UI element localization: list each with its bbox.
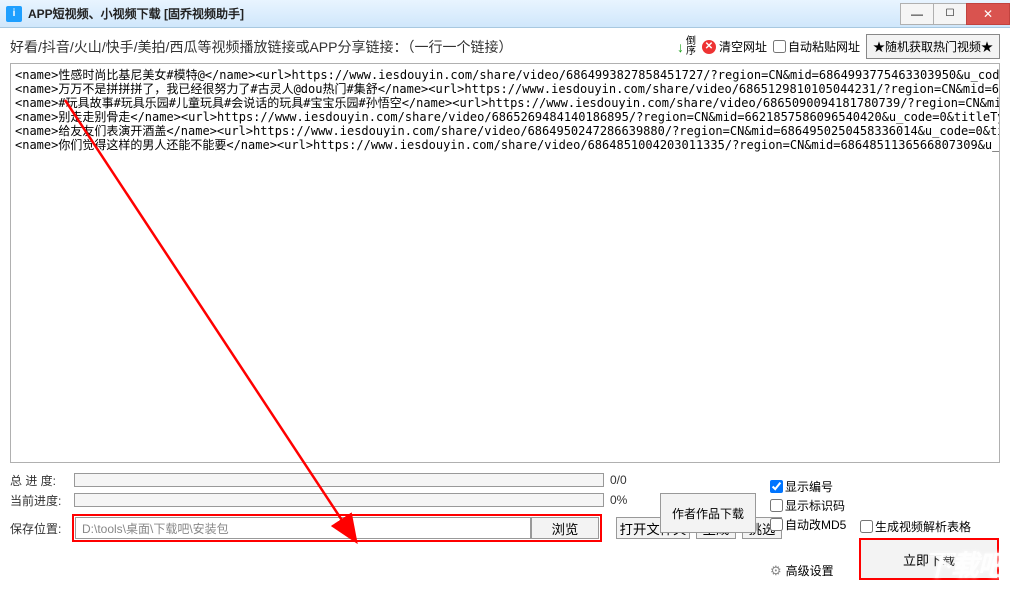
auto-paste-checkbox[interactable] bbox=[773, 40, 786, 53]
top-toolbar: 好看/抖音/火山/快手/美拍/西瓜等视频播放链接或APP分享链接：（一行一个链接… bbox=[0, 28, 1010, 63]
url-list-textarea[interactable]: <name>性感时尚比基尼美女#模特@</name><url>https://w… bbox=[10, 63, 1000, 463]
clear-icon: ✕ bbox=[702, 40, 716, 54]
show-marker-checkbox[interactable] bbox=[770, 499, 783, 512]
auto-paste-checkbox-wrap[interactable]: 自动粘贴网址 bbox=[773, 38, 860, 55]
bottom-panel: 总 进 度: 0/0 当前进度: 0% 保存位置: 浏览 打开文件夹 生成 挑选 bbox=[0, 466, 1010, 546]
current-progress-row: 当前进度: 0% bbox=[10, 490, 1000, 510]
total-progress-label: 总 进 度: bbox=[10, 472, 68, 489]
advanced-settings-label: 高级设置 bbox=[786, 562, 834, 579]
total-progress-bar bbox=[74, 473, 604, 487]
save-path-input[interactable] bbox=[75, 517, 531, 539]
clear-urls-button[interactable]: ✕ 清空网址 bbox=[702, 38, 767, 55]
sort-text-2: 序 bbox=[686, 47, 696, 57]
show-marker-label: 显示标识码 bbox=[785, 497, 845, 514]
watermark-url: www.xiazaiba.com bbox=[924, 584, 1006, 595]
maximize-button[interactable]: ☐ bbox=[933, 3, 967, 25]
reverse-sort-button[interactable]: ↓ 倒 序 bbox=[677, 37, 696, 57]
auto-md5-label: 自动改MD5 bbox=[785, 516, 846, 533]
save-location-label: 保存位置: bbox=[10, 520, 68, 537]
auto-md5-checkbox[interactable] bbox=[770, 518, 783, 531]
title-bar: i APP短视频、小视频下载 [固乔视频助手] — ☐ ✕ bbox=[0, 0, 1010, 28]
save-row: 保存位置: 浏览 打开文件夹 生成 挑选 bbox=[10, 516, 1000, 540]
auto-paste-label: 自动粘贴网址 bbox=[788, 38, 860, 55]
gen-parse-table-label: 生成视频解析表格 bbox=[875, 518, 971, 535]
browse-button[interactable]: 浏览 bbox=[531, 517, 599, 539]
show-id-label: 显示编号 bbox=[785, 478, 833, 495]
gear-icon: ⚙ bbox=[770, 563, 782, 579]
current-progress-bar bbox=[74, 493, 604, 507]
checkbox-column: 显示编号 显示标识码 自动改MD5 bbox=[770, 478, 846, 533]
author-works-wrap: 作者作品下载 bbox=[660, 493, 756, 533]
auto-md5-checkbox-wrap[interactable]: 自动改MD5 bbox=[770, 516, 846, 533]
save-highlight-box: 浏览 bbox=[74, 516, 600, 540]
download-column: 生成视频解析表格 立即下载 bbox=[860, 518, 998, 579]
window-controls: — ☐ ✕ bbox=[901, 3, 1010, 25]
clear-label: 清空网址 bbox=[719, 38, 767, 55]
minimize-button[interactable]: — bbox=[900, 3, 934, 25]
gen-parse-table-checkbox[interactable] bbox=[860, 520, 873, 533]
app-icon: i bbox=[6, 6, 22, 22]
download-now-button[interactable]: 立即下载 bbox=[860, 539, 998, 579]
random-hot-button[interactable]: ★随机获取热门视频★ bbox=[866, 34, 1000, 59]
sort-text-1: 倒 bbox=[686, 37, 696, 47]
current-progress-label: 当前进度: bbox=[10, 492, 68, 509]
show-id-checkbox-wrap[interactable]: 显示编号 bbox=[770, 478, 846, 495]
arrow-down-icon: ↓ bbox=[677, 39, 684, 55]
gen-parse-table-checkbox-wrap[interactable]: 生成视频解析表格 bbox=[860, 518, 998, 535]
close-button[interactable]: ✕ bbox=[966, 3, 1010, 25]
current-progress-text: 0% bbox=[610, 493, 650, 507]
show-id-checkbox[interactable] bbox=[770, 480, 783, 493]
total-progress-text: 0/0 bbox=[610, 473, 650, 487]
total-progress-row: 总 进 度: 0/0 bbox=[10, 470, 1000, 490]
window-title: APP短视频、小视频下载 [固乔视频助手] bbox=[28, 5, 244, 22]
input-instructions-label: 好看/抖音/火山/快手/美拍/西瓜等视频播放链接或APP分享链接：（一行一个链接… bbox=[10, 37, 671, 57]
author-works-button-main[interactable]: 作者作品下载 bbox=[660, 493, 756, 533]
advanced-settings-link[interactable]: ⚙ 高级设置 bbox=[770, 562, 834, 579]
show-marker-checkbox-wrap[interactable]: 显示标识码 bbox=[770, 497, 846, 514]
